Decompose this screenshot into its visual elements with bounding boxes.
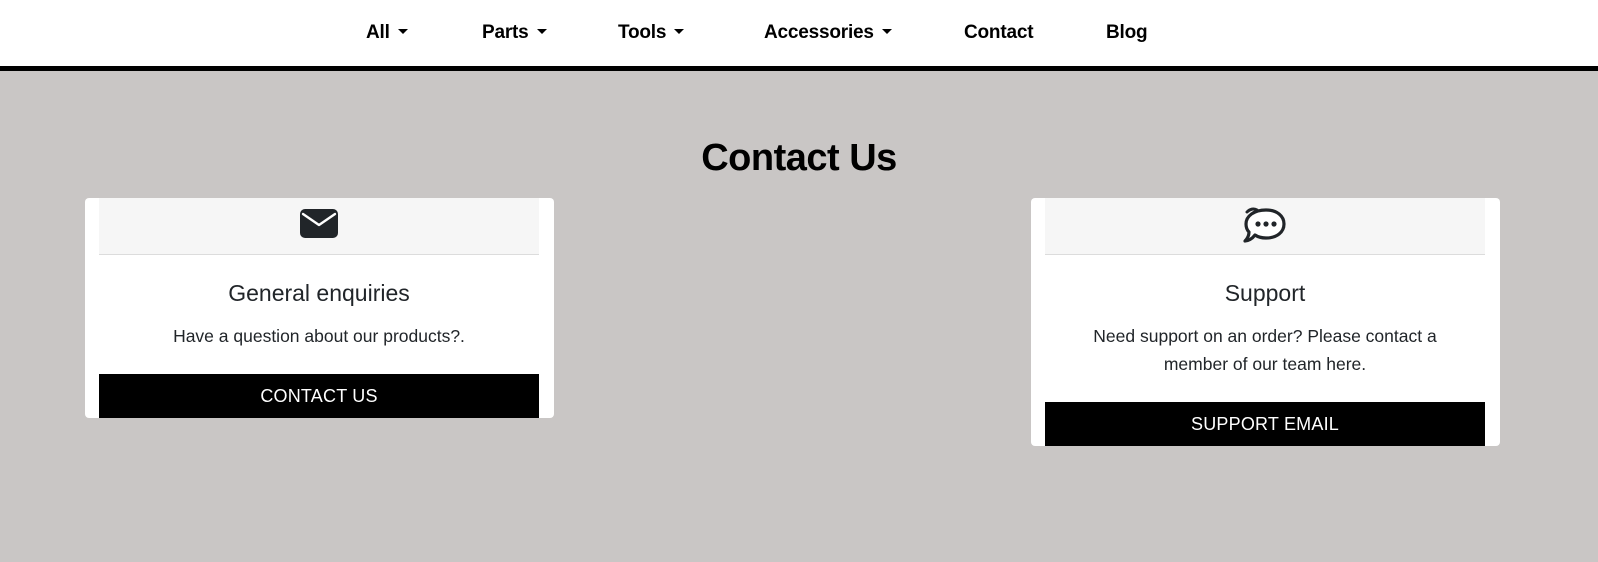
caret-down-icon <box>397 28 408 34</box>
chat-bubble-icon <box>1243 207 1286 243</box>
nav-item-blog[interactable]: Blog <box>1106 18 1148 48</box>
nav-item-label: Blog <box>1106 22 1148 43</box>
card-text: Need support on an order? Please contact… <box>1093 326 1437 374</box>
nav-item-label: Tools <box>618 22 667 43</box>
general-enquiries-card: General enquiries Have a question about … <box>85 198 554 418</box>
nav-item-contact[interactable]: Contact <box>964 18 1034 48</box>
nav-item-label: Accessories <box>764 22 874 43</box>
nav-item-parts[interactable]: Parts <box>482 18 547 48</box>
nav-item-tools[interactable]: Tools <box>618 18 685 48</box>
support-email-button[interactable]: SUPPORT EMAIL <box>1045 402 1485 446</box>
support-card: Support Need support on an order? Please… <box>1031 198 1500 446</box>
caret-down-icon <box>881 28 892 34</box>
card-header <box>99 198 539 255</box>
nav-item-all[interactable]: All <box>366 18 408 48</box>
card-header <box>1045 198 1485 255</box>
caret-down-icon <box>536 28 547 34</box>
page-title: Contact Us <box>701 137 897 179</box>
nav-item-accessories[interactable]: Accessories <box>764 18 892 48</box>
nav-item-label: Contact <box>964 22 1034 43</box>
nav-item-label: Parts <box>482 22 529 43</box>
contact-us-button[interactable]: CONTACT US <box>99 374 539 418</box>
card-title: Support <box>1224 280 1306 306</box>
caret-down-icon <box>674 28 685 34</box>
envelope-icon <box>300 209 338 238</box>
card-title: General enquiries <box>228 280 410 306</box>
card-text: Have a question about our products?. <box>173 326 465 346</box>
main-navbar: All Parts Tools Accessories Contact Blog <box>0 0 1598 71</box>
nav-item-label: All <box>366 22 390 43</box>
